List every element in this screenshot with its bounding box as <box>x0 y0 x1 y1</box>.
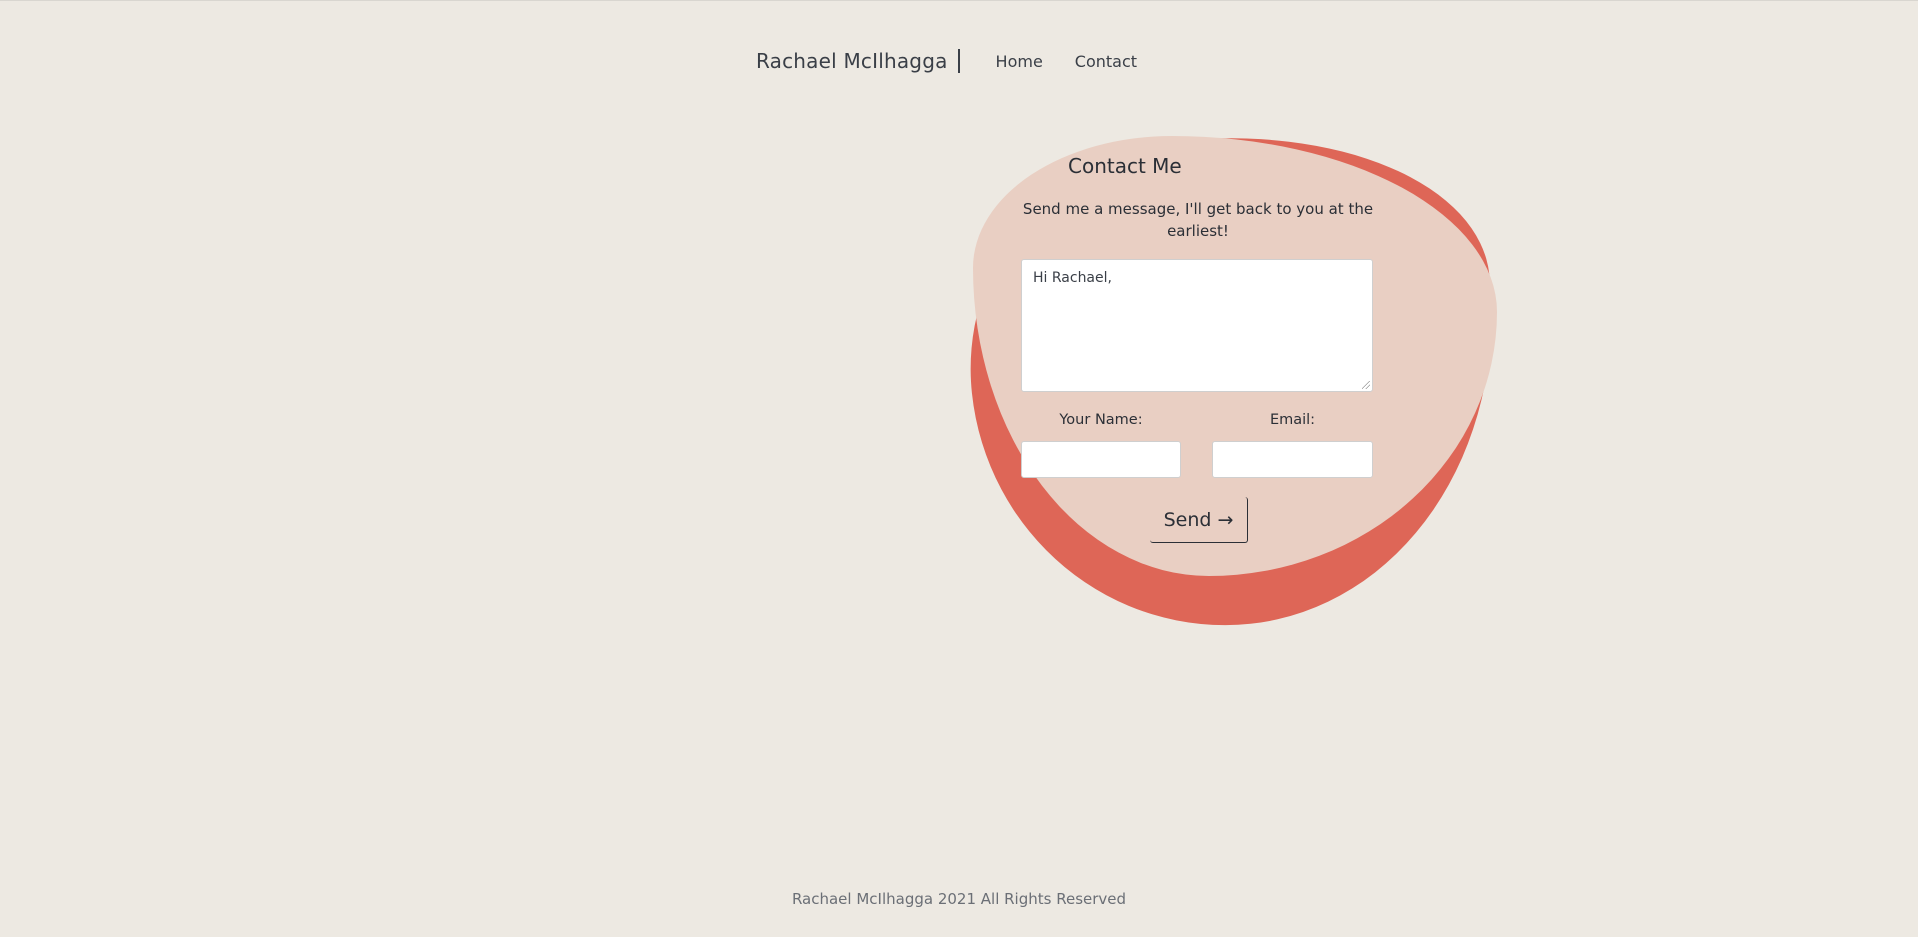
site-footer: Rachael McIlhagga 2021 All Rights Reserv… <box>791 890 1127 908</box>
name-input[interactable] <box>1021 441 1181 478</box>
contact-title: Contact Me <box>1068 154 1182 178</box>
site-header: Rachael McIlhagga Home Contact <box>756 46 1169 76</box>
nav-link-contact[interactable]: Contact <box>1075 52 1137 71</box>
brand-divider <box>957 49 960 73</box>
email-input[interactable] <box>1212 441 1373 478</box>
message-textarea[interactable]: Hi Rachael, <box>1021 259 1373 392</box>
name-label: Your Name: <box>1059 412 1143 428</box>
contact-subtitle: Send me a message, I'll get back to you … <box>1022 200 1374 240</box>
send-button[interactable]: Send → <box>1150 497 1248 543</box>
top-border <box>0 0 1918 1</box>
resize-grip-icon[interactable] <box>1362 381 1370 389</box>
message-text: Hi Rachael, <box>1033 270 1112 286</box>
email-label: Email: <box>1269 412 1316 428</box>
nav-link-home[interactable]: Home <box>996 52 1043 71</box>
site-brand[interactable]: Rachael McIlhagga <box>756 49 948 73</box>
